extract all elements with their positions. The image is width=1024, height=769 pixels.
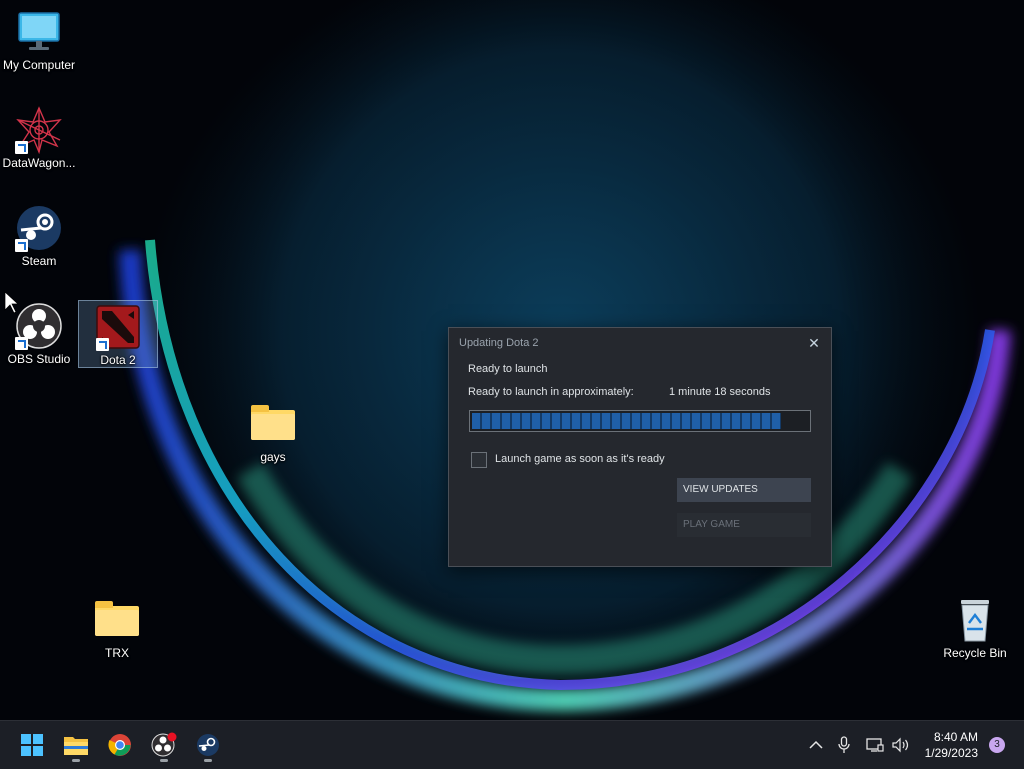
desktop-folder-trx[interactable]: TRX	[78, 596, 156, 660]
recycle-bin-icon	[951, 596, 999, 644]
notification-badge[interactable]: 3	[989, 737, 1005, 753]
shortcut-arrow-icon	[15, 337, 28, 350]
desktop-icon-my-computer[interactable]: My Computer	[0, 8, 78, 72]
running-indicator	[160, 759, 168, 762]
obs-icon[interactable]	[146, 727, 182, 763]
update-dialog: Updating Dota 2 ✕ Ready to launch Ready …	[448, 327, 832, 567]
view-updates-button[interactable]: VIEW UPDATES	[677, 478, 811, 502]
icon-label: DataWagon...	[2, 156, 76, 170]
taskbar: 8:40 AM 1/29/2023 3	[0, 720, 1024, 769]
network-icon[interactable]	[864, 721, 886, 769]
eta-label: Ready to launch in approximately:	[468, 386, 634, 398]
steam-icon	[15, 204, 63, 252]
progress-fill	[472, 413, 781, 429]
icon-label: TRX	[105, 646, 129, 660]
icon-label: gays	[260, 450, 286, 464]
folder-icon	[93, 596, 141, 644]
folder-icon	[249, 400, 297, 448]
datawagon-logo-icon	[15, 106, 63, 155]
close-icon[interactable]: ✕	[803, 332, 825, 354]
running-indicator	[204, 759, 212, 762]
status-text: Ready to launch	[468, 363, 548, 375]
file-explorer-icon[interactable]	[58, 727, 94, 763]
dota-2-icon	[94, 303, 142, 351]
icon-label: OBS Studio	[7, 352, 71, 366]
desktop-icon-dota-2[interactable]: Dota 2	[78, 300, 158, 368]
desktop-icon-steam[interactable]: Steam	[0, 204, 78, 268]
monitor-icon	[15, 8, 63, 56]
clock-date: 1/29/2023	[924, 746, 978, 760]
shortcut-arrow-icon	[96, 338, 109, 351]
launch-when-ready-checkbox[interactable]	[471, 452, 487, 468]
microphone-icon[interactable]	[834, 721, 854, 769]
system-clock[interactable]: 8:40 AM 1/29/2023	[925, 729, 978, 761]
play-game-button[interactable]: PLAY GAME	[677, 513, 811, 537]
chevron-up-icon[interactable]	[805, 721, 827, 769]
shortcut-arrow-icon	[15, 141, 28, 154]
steam-icon[interactable]	[190, 727, 226, 763]
update-progress-bar	[469, 410, 811, 432]
icon-label: My Computer	[2, 58, 76, 72]
start-icon[interactable]	[14, 727, 50, 763]
desktop-icon-recycle-bin[interactable]: Recycle Bin	[936, 596, 1014, 660]
checkbox-label[interactable]: Launch game as soon as it's ready	[495, 453, 665, 465]
running-indicator	[72, 759, 80, 762]
obs-icon	[15, 302, 63, 350]
chrome-icon[interactable]	[102, 727, 138, 763]
desktop-icon-datawagon[interactable]: DataWagon...	[0, 106, 78, 170]
clock-time: 8:40 AM	[933, 730, 978, 744]
icon-label: Recycle Bin	[943, 646, 1007, 660]
dialog-title: Updating Dota 2	[459, 337, 539, 349]
desktop-folder-gays[interactable]: gays	[234, 400, 312, 464]
icon-label: Dota 2	[100, 353, 136, 367]
volume-icon[interactable]	[890, 721, 912, 769]
eta-value: 1 minute 18 seconds	[669, 386, 771, 398]
icon-label: Steam	[21, 254, 57, 268]
desktop-icon-obs-studio[interactable]: OBS Studio	[0, 302, 78, 366]
shortcut-arrow-icon	[15, 239, 28, 252]
